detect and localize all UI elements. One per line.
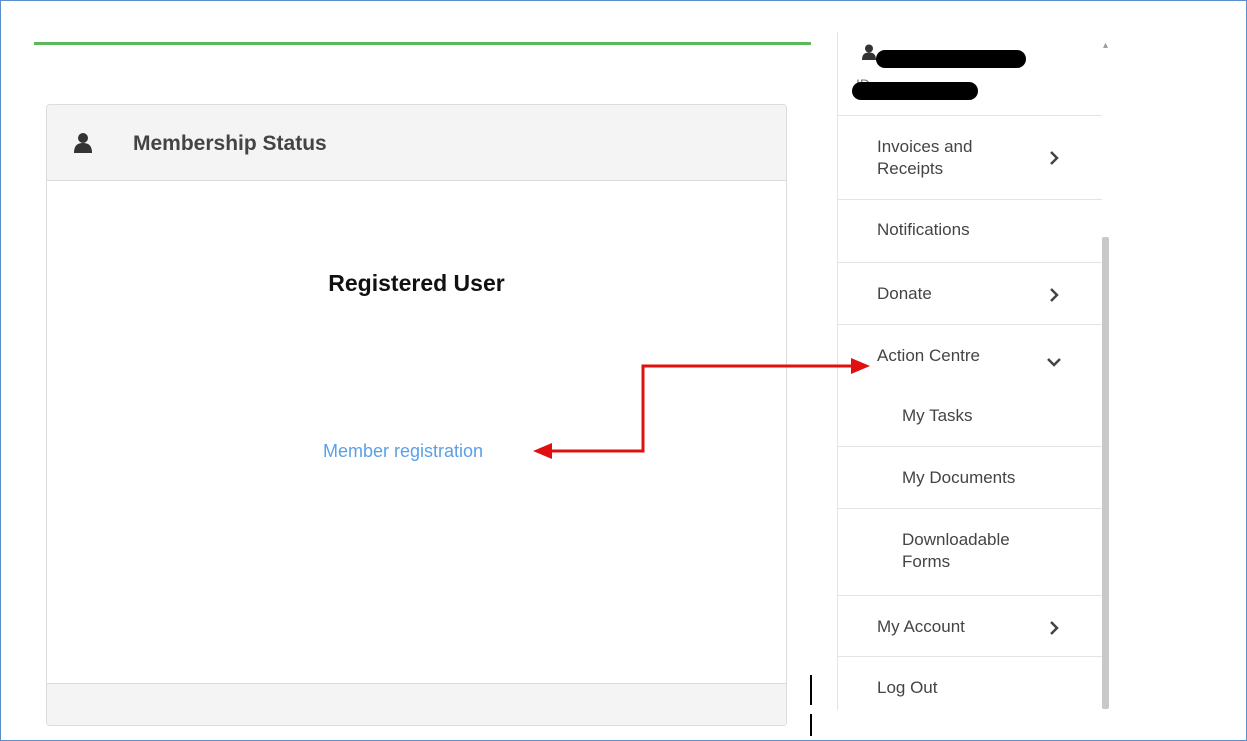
annotation-arrow xyxy=(533,358,870,459)
